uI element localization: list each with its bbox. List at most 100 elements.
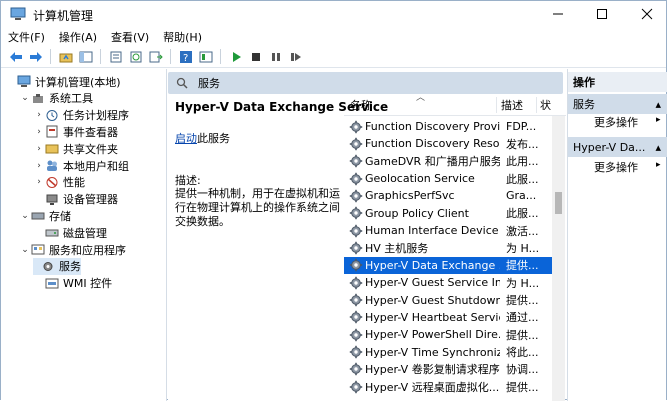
service-row[interactable]: Hyper-V Heartbeat Service 通过... [344,309,552,326]
tree-item[interactable]: 服务 [33,257,81,275]
service-row[interactable]: Hyper-V 远程桌面虚拟化... 提供... [344,378,552,395]
more-actions-services[interactable]: 更多操作 [594,114,638,130]
service-gear-icon [348,120,364,134]
menu-file[interactable]: 文件(F) [1,27,52,46]
service-row[interactable]: Human Interface Device ... 激活... [344,222,552,239]
tree-item[interactable]: 磁盘管理 [33,224,107,241]
scrollbar-thumb[interactable] [555,192,562,214]
service-row[interactable]: GraphicsPerfSvc Gra... [344,187,552,204]
toolbar-separator [100,49,101,64]
more-actions-selected[interactable]: 更多操作 [594,159,638,175]
service-gear-icon [348,241,364,255]
service-name: Hyper-V Guest Service In... [365,276,500,290]
restart-service-icon[interactable] [287,48,304,65]
collapsed-chevron-icon[interactable]: › [33,110,45,120]
tools-icon [31,91,45,105]
properties-icon[interactable] [107,48,124,65]
tree-item[interactable]: 计算机管理(本地) [5,73,121,90]
service-description: 通过... [506,311,539,325]
service-gear-icon [348,276,364,290]
tree-item-label: 服务 [59,260,81,274]
tree-item[interactable]: ⌄ 存储 [19,207,71,224]
service-description: 此用... [506,155,539,169]
actions-title: 操作 [568,72,667,92]
service-gear-icon [348,293,364,307]
service-row[interactable]: Hyper-V PowerShell Dire... 提供... [344,326,552,343]
console-view-icon[interactable] [197,48,214,65]
column-description-header[interactable]: 描述 [496,96,536,113]
collapsed-chevron-icon[interactable]: › [33,144,45,154]
service-row[interactable]: Hyper-V Data Exchange ... 提供... [344,256,552,274]
tree-item[interactable]: › 共享文件夹 [33,140,118,157]
actions-section-services[interactable]: 服务 ▴ [568,94,667,114]
close-button[interactable] [627,1,667,27]
back-arrow-icon[interactable] [7,48,24,65]
tree-item[interactable]: › 本地用户和组 [33,157,129,174]
show-hide-tree-icon[interactable] [77,48,94,65]
refresh-icon[interactable] [127,48,144,65]
up-folder-icon[interactable] [57,48,74,65]
sort-ascending-icon: ︿ [416,92,426,103]
apps-icon [31,243,45,257]
service-gear-icon [348,224,364,238]
tree-item[interactable]: 设备管理器 [33,191,118,208]
toolbar-separator [170,49,171,64]
service-gear-icon [348,137,364,151]
help-icon[interactable]: ? [177,48,194,65]
menu-view[interactable]: 查看(V) [104,27,156,46]
minimize-button[interactable] [538,1,578,27]
disk-icon [45,226,59,240]
pause-service-icon[interactable] [267,48,284,65]
tree-item[interactable]: ⌄ 系统工具 [19,90,93,107]
service-row[interactable]: Hyper-V Guest Shutdown... 提供... [344,292,552,309]
service-name: GameDVR 和广播用户服务... [365,155,500,169]
service-row[interactable]: Function Discovery Reso... 发布... [344,135,552,152]
tree-item[interactable]: › 事件查看器 [33,123,118,140]
start-service-icon[interactable] [227,48,244,65]
expand-chevron-icon[interactable]: ⌄ [19,211,31,221]
toolbar-separator [50,49,51,64]
service-row[interactable]: Hyper-V 卷影复制请求程序 协调... [344,361,552,378]
service-row[interactable]: HV 主机服务 为 H... [344,239,552,256]
tree-item[interactable]: ⌄ 服务和应用程序 [19,241,126,258]
service-description: FDP... [506,120,537,133]
stop-service-icon[interactable] [247,48,264,65]
tree-item[interactable]: › 任务计划程序 [33,107,129,124]
service-gear-icon [348,258,364,272]
submenu-arrow-icon: ▸ [656,160,661,170]
users-icon [45,159,59,173]
maximize-button[interactable] [582,1,622,27]
service-gear-icon [348,189,364,203]
tree-item-label: 设备管理器 [63,193,118,207]
menu-bar: 文件(F) 操作(A) 查看(V) 帮助(H) [1,27,666,46]
toolbar-separator [220,49,221,64]
collapsed-chevron-icon[interactable]: › [33,161,45,171]
actions-section-selected[interactable]: Hyper-V Da... ▴ [568,137,667,157]
service-row[interactable]: Geolocation Service 此服... [344,170,552,187]
start-service-link[interactable]: 启动 [175,132,197,145]
service-row[interactable]: Function Discovery Provi... FDP... [344,118,552,135]
service-name: Hyper-V PowerShell Dire... [365,328,500,342]
collapsed-chevron-icon[interactable]: › [33,127,45,137]
column-status-header[interactable]: 状 [536,96,551,113]
export-list-icon[interactable] [147,48,164,65]
service-name: HV 主机服务 [365,241,429,255]
forward-arrow-icon[interactable] [27,48,44,65]
service-row[interactable]: GameDVR 和广播用户服务... 此用... [344,153,552,170]
menu-help[interactable]: 帮助(H) [156,27,209,46]
service-row[interactable]: Hyper-V Time Synchroniz... 将此... [344,344,552,361]
service-description: 激活... [506,224,539,238]
expand-chevron-icon[interactable]: ⌄ [19,93,31,103]
service-row[interactable]: Hyper-V Guest Service In... 为 H... [344,274,552,291]
tree-item-label: 计算机管理(本地) [35,75,121,89]
vertical-scrollbar[interactable] [552,116,565,401]
service-row[interactable]: Group Policy Client 此服... [344,205,552,222]
column-name-header[interactable]: ︿ 名称 [344,93,496,113]
collapsed-chevron-icon[interactable]: › [33,177,45,187]
tree-item[interactable]: › 性能 [33,174,85,191]
expand-chevron-icon[interactable]: ⌄ [19,245,31,255]
tree-item[interactable]: WMI 控件 [33,275,112,292]
tree-item-label: 事件查看器 [63,125,118,139]
title-bar: 计算机管理 [1,1,666,27]
menu-action[interactable]: 操作(A) [52,27,104,46]
